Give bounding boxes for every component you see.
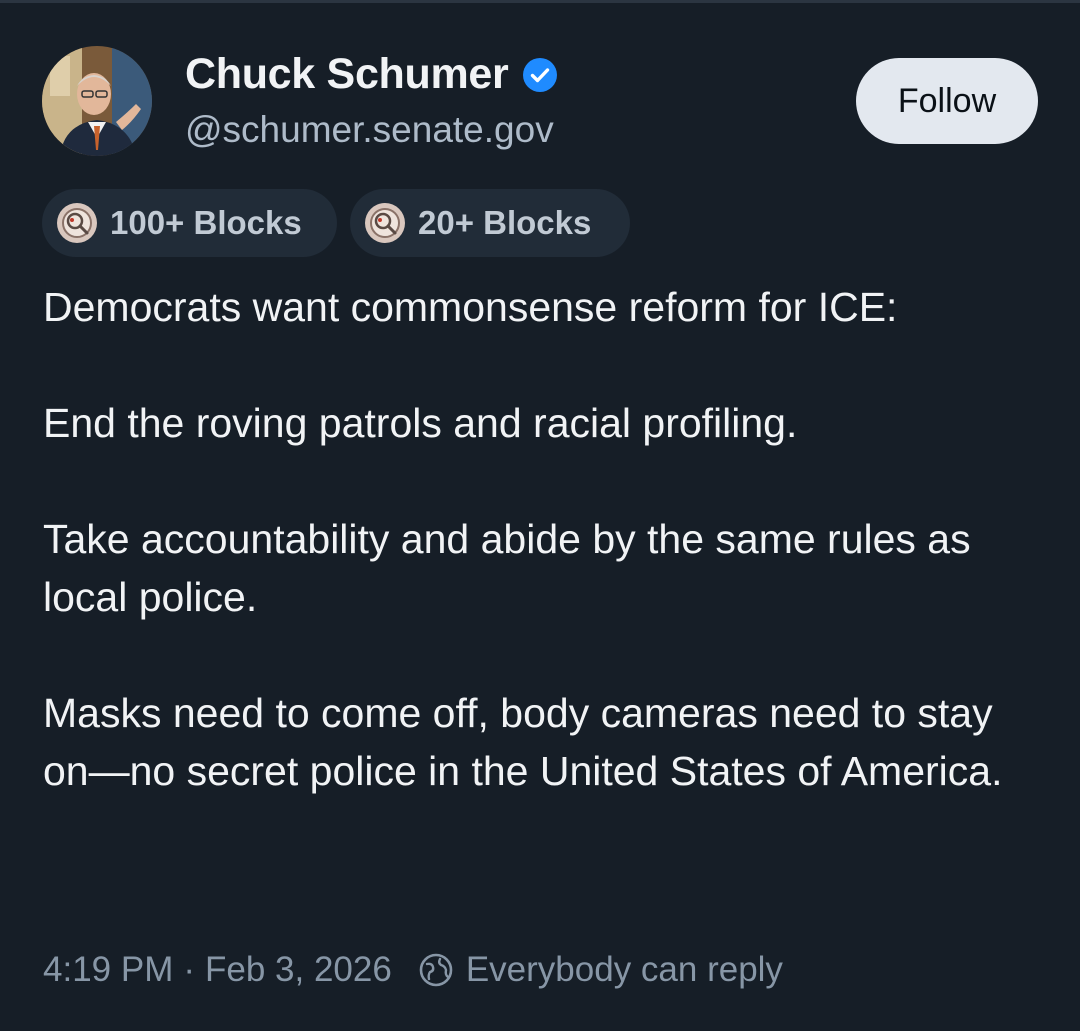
top-divider bbox=[0, 0, 1080, 3]
blocks-badge-icon bbox=[56, 202, 98, 244]
reply-setting[interactable]: Everybody can reply bbox=[466, 950, 783, 990]
author-name-row: Chuck Schumer bbox=[185, 50, 558, 99]
blocks-badge-label: 20+ Blocks bbox=[418, 204, 592, 241]
post-date[interactable]: Feb 3, 2026 bbox=[205, 950, 392, 990]
verified-check-icon bbox=[522, 57, 558, 93]
post-time[interactable]: 4:19 PM bbox=[43, 950, 173, 990]
blocks-badge[interactable]: 20+ Blocks bbox=[350, 189, 630, 257]
post-paragraph: Take accountability and abide by the sam… bbox=[43, 516, 971, 620]
post-paragraph: Democrats want commonsense reform for IC… bbox=[43, 284, 898, 330]
author-handle[interactable]: @schumer.senate.gov bbox=[185, 109, 554, 151]
post-paragraph: Masks need to come off, body cameras nee… bbox=[43, 690, 1003, 794]
author-display-name[interactable]: Chuck Schumer bbox=[185, 50, 509, 99]
footer-separator: · bbox=[183, 950, 196, 989]
blocks-badge-icon bbox=[364, 202, 406, 244]
post-paragraph: End the roving patrols and racial profil… bbox=[43, 400, 798, 446]
avatar-image bbox=[42, 46, 152, 156]
avatar[interactable] bbox=[42, 46, 152, 156]
globe-icon bbox=[392, 952, 466, 988]
blocks-badge[interactable]: 100+ Blocks bbox=[42, 189, 337, 257]
post-footer: 4:19 PM · Feb 3, 2026 Everybody can repl… bbox=[43, 950, 783, 990]
follow-button[interactable]: Follow bbox=[856, 58, 1038, 144]
post-text: Democrats want commonsense reform for IC… bbox=[43, 278, 1043, 858]
blocks-badge-label: 100+ Blocks bbox=[110, 204, 302, 241]
